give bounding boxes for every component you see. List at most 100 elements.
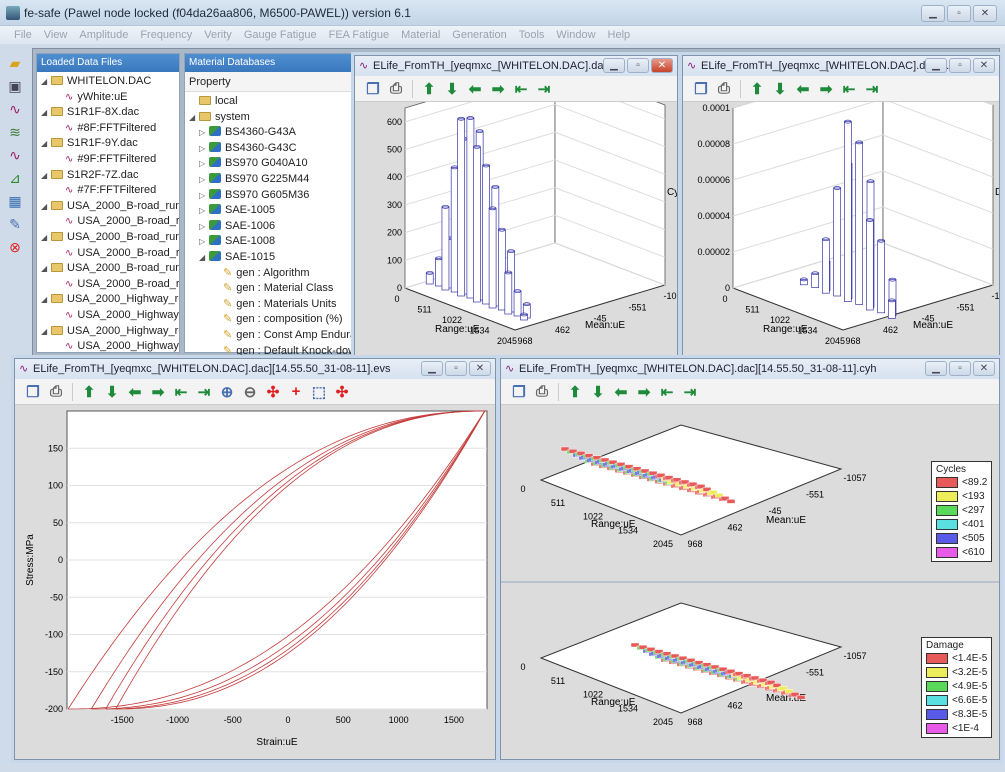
- window-titlebar[interactable]: ∿ ELife_FromTH_[yeqmxc_[WHITELON.DAC].da…: [683, 56, 999, 76]
- file-tree-signal[interactable]: ∿ USA_2000_Highway...: [37, 308, 179, 324]
- property-column-header[interactable]: Property: [185, 72, 353, 92]
- first-icon[interactable]: ⇤: [839, 79, 859, 99]
- arrow-right-icon[interactable]: ➡: [634, 382, 654, 402]
- expand-icon[interactable]: ▷: [199, 219, 209, 235]
- file-tree-folder[interactable]: ◢ S1R2F-7Z.dac: [37, 168, 179, 184]
- first-icon[interactable]: ⇤: [171, 382, 191, 402]
- arrow-up-icon[interactable]: ⬆: [565, 382, 585, 402]
- material-tree-item[interactable]: ◢ system: [185, 110, 353, 126]
- menu-frequency[interactable]: Frequency: [134, 26, 198, 44]
- stop-icon[interactable]: ⊗: [5, 237, 25, 257]
- first-icon[interactable]: ⇤: [657, 382, 677, 402]
- window-titlebar[interactable]: ∿ ELife_FromTH_[yeqmxc_[WHITELON.DAC].da…: [15, 359, 495, 379]
- material-tree-item[interactable]: ✎ gen : Material Class: [185, 281, 353, 297]
- file-tree-signal[interactable]: ∿ USA_2000_B-road_r...: [37, 214, 179, 230]
- multi-signal-icon[interactable]: ∿: [5, 145, 25, 165]
- zoom-box-icon[interactable]: ⬚: [309, 382, 329, 402]
- file-tree-signal[interactable]: ∿ #9F:FFTFiltered: [37, 152, 179, 168]
- menu-material[interactable]: Material: [395, 26, 446, 44]
- menu-view[interactable]: View: [38, 26, 74, 44]
- material-tree-item[interactable]: ✎ gen : Materials Units: [185, 297, 353, 313]
- expand-icon[interactable]: ▷: [199, 141, 209, 157]
- first-icon[interactable]: ⇤: [511, 79, 531, 99]
- last-icon[interactable]: ⇥: [680, 382, 700, 402]
- cross-plot-icon[interactable]: ⊿: [5, 168, 25, 188]
- menu-file[interactable]: File: [8, 26, 38, 44]
- zoom-out-icon[interactable]: ⊖: [240, 382, 260, 402]
- last-icon[interactable]: ⇥: [534, 79, 554, 99]
- arrow-down-icon[interactable]: ⬇: [770, 79, 790, 99]
- material-tree-item[interactable]: ▷ BS970 G225M44: [185, 172, 353, 188]
- expand-icon[interactable]: ▷: [199, 188, 209, 204]
- maximize-button[interactable]: ▫: [949, 361, 971, 376]
- file-tree-folder[interactable]: ◢ USA_2000_B-road_run_...: [37, 230, 179, 246]
- open-folder-icon[interactable]: ▰: [5, 53, 25, 73]
- close-button[interactable]: ✕: [973, 5, 997, 22]
- material-tree-item[interactable]: ▷ BS970 G605M36: [185, 188, 353, 204]
- menu-verity[interactable]: Verity: [198, 26, 238, 44]
- copy-icon[interactable]: ❐: [363, 79, 383, 99]
- expand-icon[interactable]: ▷: [199, 172, 209, 188]
- file-tree-signal[interactable]: ∿ #8F:FFTFiltered: [37, 121, 179, 137]
- file-tree-folder[interactable]: ◢ USA_2000_Highway_ru...: [37, 324, 179, 340]
- menu-fea-fatigue[interactable]: FEA Fatigue: [323, 26, 396, 44]
- file-tree-folder[interactable]: ◢ USA_2000_Highway_ru...: [37, 292, 179, 308]
- print-icon[interactable]: ⎙: [714, 79, 734, 99]
- minimize-button[interactable]: ▁: [921, 5, 945, 22]
- last-icon[interactable]: ⇥: [862, 79, 882, 99]
- histogram-icon[interactable]: ≋: [5, 122, 25, 142]
- window-titlebar[interactable]: ∿ ELife_FromTH_[yeqmxc_[WHITELON.DAC].da…: [501, 359, 999, 379]
- expand-icon[interactable]: ◢: [41, 199, 51, 215]
- file-tree-folder[interactable]: ◢ WHITELON.DAC: [37, 74, 179, 90]
- arrow-right-icon[interactable]: ➡: [148, 382, 168, 402]
- material-tree-item[interactable]: ▷ SAE-1005: [185, 203, 353, 219]
- minimize-button[interactable]: ▁: [421, 361, 443, 376]
- arrow-left-icon[interactable]: ⬅: [125, 382, 145, 402]
- file-tree-signal[interactable]: ∿ USA_2000_B-road_r...: [37, 277, 179, 293]
- signal-icon[interactable]: ∿: [5, 99, 25, 119]
- material-tree-item[interactable]: ▷ SAE-1008: [185, 234, 353, 250]
- file-tree-folder[interactable]: ◢ S1R1F-9Y.dac: [37, 136, 179, 152]
- file-tree-folder[interactable]: ◢ S1R1F-8X.dac: [37, 105, 179, 121]
- menu-help[interactable]: Help: [602, 26, 637, 44]
- minimize-button[interactable]: ▁: [603, 58, 625, 73]
- expand-icon[interactable]: ◢: [41, 105, 51, 121]
- arrow-up-icon[interactable]: ⬆: [79, 382, 99, 402]
- save-icon[interactable]: ▣: [5, 76, 25, 96]
- peak-marker-icon[interactable]: ✣: [263, 382, 283, 402]
- file-tree-folder[interactable]: ◢ USA_2000_B-road_run_...: [37, 261, 179, 277]
- close-button[interactable]: ✕: [973, 361, 995, 376]
- arrow-up-icon[interactable]: ⬆: [419, 79, 439, 99]
- arrow-up-icon[interactable]: ⬆: [747, 79, 767, 99]
- material-tree-item[interactable]: ✎ gen : composition (%): [185, 312, 353, 328]
- copy-icon[interactable]: ❐: [691, 79, 711, 99]
- copy-icon[interactable]: ❐: [23, 382, 43, 402]
- last-icon[interactable]: ⇥: [194, 382, 214, 402]
- menu-window[interactable]: Window: [550, 26, 601, 44]
- material-tree-item[interactable]: ▷ BS4360-G43C: [185, 141, 353, 157]
- crosshair-icon[interactable]: +: [286, 382, 306, 402]
- menu-gauge-fatigue[interactable]: Gauge Fatigue: [238, 26, 323, 44]
- expand-icon[interactable]: ▷: [199, 203, 209, 219]
- edit-icon[interactable]: ✎: [5, 214, 25, 234]
- expand-icon[interactable]: ◢: [41, 324, 51, 340]
- file-tree-signal[interactable]: ∿ yWhite:uE: [37, 90, 179, 106]
- print-icon[interactable]: ⎙: [386, 79, 406, 99]
- arrow-right-icon[interactable]: ➡: [816, 79, 836, 99]
- expand-icon[interactable]: ◢: [41, 136, 51, 152]
- maximize-button[interactable]: ▫: [947, 5, 971, 22]
- arrow-left-icon[interactable]: ⬅: [793, 79, 813, 99]
- close-button[interactable]: ✕: [973, 58, 995, 73]
- print-icon[interactable]: ⎙: [532, 382, 552, 402]
- arrow-right-icon[interactable]: ➡: [488, 79, 508, 99]
- arrow-down-icon[interactable]: ⬇: [442, 79, 462, 99]
- menu-amplitude[interactable]: Amplitude: [73, 26, 134, 44]
- menu-tools[interactable]: Tools: [513, 26, 551, 44]
- material-tree-item[interactable]: ◢ SAE-1015: [185, 250, 353, 266]
- expand-icon[interactable]: ◢: [41, 230, 51, 246]
- file-tree-folder[interactable]: ◢ USA_2000_B-road_run_...: [37, 199, 179, 215]
- table-icon[interactable]: ▦: [5, 191, 25, 211]
- file-tree-signal[interactable]: ∿ #7F:FFTFiltered: [37, 183, 179, 199]
- material-tree-item[interactable]: ▷ BS4360-G43A: [185, 125, 353, 141]
- expand-icon[interactable]: ◢: [199, 250, 209, 266]
